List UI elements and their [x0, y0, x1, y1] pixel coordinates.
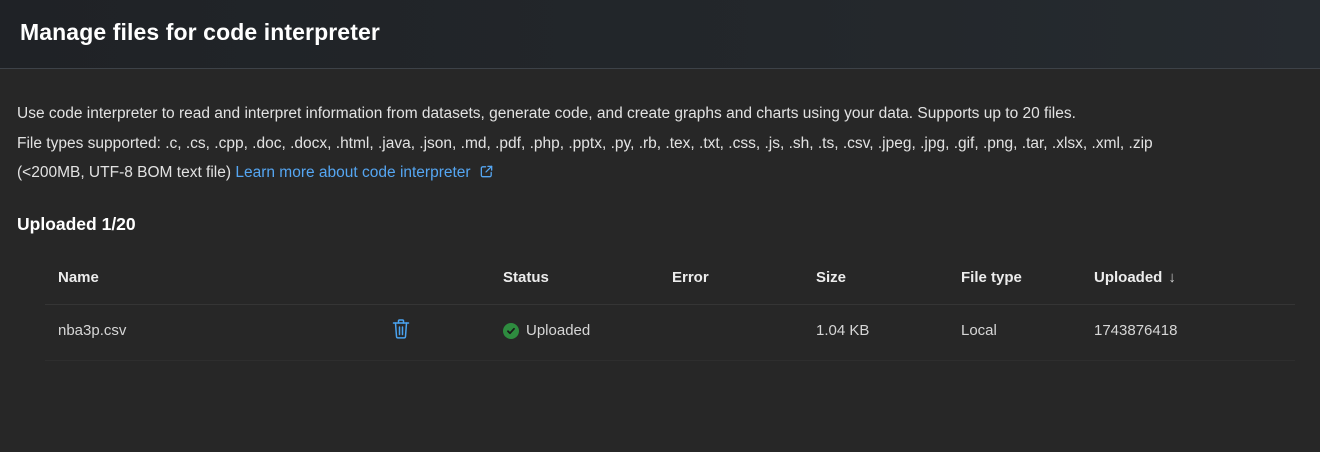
column-header-uploaded-label: Uploaded	[1094, 269, 1163, 286]
uploaded-count-heading: Uploaded 1/20	[17, 214, 136, 234]
file-name: nba3p.csv	[58, 322, 127, 339]
dialog-title: Manage files for code interpreter	[20, 19, 380, 45]
file-type: Local	[961, 322, 997, 339]
column-header-size[interactable]: Size	[816, 269, 846, 286]
file-size: 1.04 KB	[816, 322, 870, 339]
column-header-file-type[interactable]: File type	[961, 269, 1022, 286]
column-header-name[interactable]: Name	[58, 269, 99, 286]
size-limit-text: (<200MB, UTF-8 BOM text file)	[17, 164, 232, 181]
status-text: Uploaded	[526, 322, 591, 339]
description-line-3: (<200MB, UTF-8 BOM text file) Learn more…	[17, 158, 1307, 190]
description: Use code interpreter to read and interpr…	[17, 99, 1307, 190]
sort-descending-icon: ↓	[1168, 269, 1176, 286]
column-header-uploaded[interactable]: Uploaded ↓	[1094, 269, 1176, 286]
dialog-header: Manage files for code interpreter	[0, 0, 1320, 69]
column-header-status[interactable]: Status	[503, 269, 549, 286]
description-line-2: File types supported: .c, .cs, .cpp, .do…	[17, 134, 1153, 152]
learn-more-link-text: Learn more about code interpreter	[235, 164, 471, 181]
external-link-icon	[479, 160, 494, 190]
learn-more-link[interactable]: Learn more about code interpreter	[235, 164, 493, 181]
status-badge: Uploaded	[503, 322, 590, 339]
uploaded-timestamp: 1743876418	[1094, 322, 1178, 339]
files-table: Name Status Error Size File type Uploade…	[45, 262, 1295, 361]
table-row[interactable]: nba3p.csv Uploaded 1.04 KB Local 1743876…	[45, 305, 1295, 361]
column-header-error[interactable]: Error	[672, 269, 709, 286]
table-header-row: Name Status Error Size File type Uploade…	[45, 262, 1295, 305]
description-line-1: Use code interpreter to read and interpr…	[17, 105, 1076, 122]
trash-icon[interactable]	[391, 318, 411, 340]
check-circle-icon	[503, 322, 519, 339]
